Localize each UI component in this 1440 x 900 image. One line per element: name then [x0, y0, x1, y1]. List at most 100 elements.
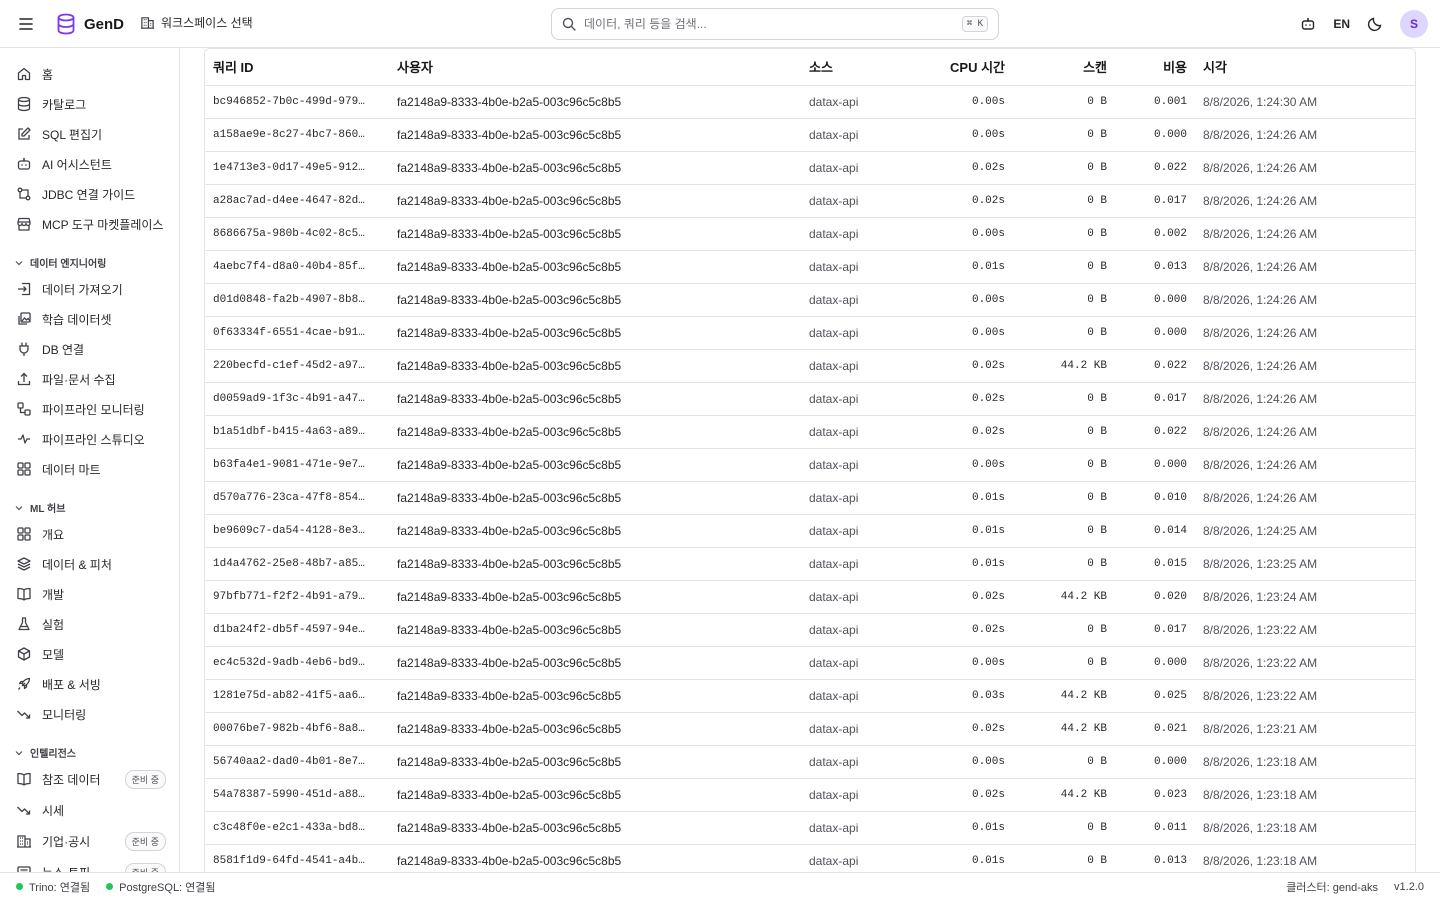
search-bar[interactable]: ⌘ K — [551, 8, 999, 40]
scan-cell: 44.2 KB — [1013, 580, 1115, 614]
status-dot-icon — [106, 883, 114, 890]
sidebar-item-home[interactable]: 홈 — [16, 62, 166, 86]
sidebar-item-db-connection[interactable]: DB 연결 — [16, 337, 166, 361]
query-id-cell: 220becfd-c1ef-45d2-a97… — [205, 349, 389, 383]
sidebar-item-news-topics[interactable]: 뉴스·토픽 준비 중 — [16, 860, 166, 872]
table-row[interactable]: 220becfd-c1ef-45d2-a97… fa2148a9-8333-4b0… — [205, 349, 1415, 383]
theme-toggle-button[interactable] — [1364, 13, 1386, 35]
scan-cell: 0 B — [1013, 118, 1115, 152]
section-intelligence[interactable]: 인텔리전스 — [14, 745, 76, 760]
sidebar-item-training-dataset[interactable]: 학습 데이터셋 — [16, 307, 166, 331]
col-header-cost[interactable]: 비용 — [1115, 49, 1195, 86]
upload-icon — [17, 372, 31, 386]
coming-soon-badge: 준비 중 — [124, 769, 166, 789]
workspace-selector[interactable]: 워크스페이스 선택 — [140, 14, 253, 31]
col-header-source[interactable]: 소스 — [801, 49, 911, 86]
table-row[interactable]: 0f63334f-6551-4cae-b91… fa2148a9-8333-4b0… — [205, 316, 1415, 350]
table-row[interactable]: 1d4a4762-25e8-48b7-a85… fa2148a9-8333-4b0… — [205, 547, 1415, 581]
query-id-cell: be9609c7-da54-4128-8e3… — [205, 514, 389, 548]
sidebar-item-ml-overview[interactable]: 개요 — [16, 522, 166, 546]
sidebar-item-data-features[interactable]: 데이터 & 피처 — [16, 552, 166, 576]
table-row[interactable]: 1e4713e3-0d17-49e5-912… fa2148a9-8333-4b0… — [205, 151, 1415, 185]
cost-cell: 0.013 — [1115, 250, 1195, 284]
menu-icon[interactable] — [16, 14, 36, 34]
sidebar-item-label: 개요 — [42, 527, 65, 542]
table-row[interactable]: d01d0848-fa2b-4907-8b8… fa2148a9-8333-4b0… — [205, 283, 1415, 317]
sidebar-item-label: 모델 — [42, 647, 65, 662]
cost-cell: 0.022 — [1115, 415, 1195, 449]
table-row[interactable]: 54a78387-5990-451d-a88… fa2148a9-8333-4b0… — [205, 778, 1415, 812]
search-input[interactable] — [584, 17, 954, 31]
table-row[interactable]: bc946852-7b0c-499d-979… fa2148a9-8333-4b0… — [205, 85, 1415, 119]
sidebar-item-label: 배포 & 서빙 — [42, 677, 101, 692]
table-row[interactable]: b63fa4e1-9081-471e-9e7… fa2148a9-8333-4b0… — [205, 448, 1415, 482]
table-row[interactable]: d0059ad9-1f3c-4b91-a47… fa2148a9-8333-4b0… — [205, 382, 1415, 416]
sidebar-item-data-mart[interactable]: 데이터 마트 — [16, 457, 166, 481]
grid-icon — [17, 462, 31, 476]
table-row[interactable]: 8686675a-980b-4c02-8c5… fa2148a9-8333-4b0… — [205, 217, 1415, 251]
scan-cell: 0 B — [1013, 448, 1115, 482]
col-header-scan[interactable]: 스캔 — [1013, 49, 1115, 86]
table-row[interactable]: d570a776-23ca-47f8-854… fa2148a9-8333-4b0… — [205, 481, 1415, 515]
source-cell: datax-api — [801, 679, 911, 713]
source-cell: datax-api — [801, 547, 911, 581]
scan-cell: 44.2 KB — [1013, 712, 1115, 746]
sidebar-item-experiments[interactable]: 실험 — [16, 612, 166, 636]
plug-icon — [19, 342, 29, 357]
sidebar-item-models[interactable]: 모델 — [16, 642, 166, 666]
cost-cell: 0.013 — [1115, 844, 1195, 872]
user-cell: fa2148a9-8333-4b0e-b2a5-003c96c5c8b5 — [389, 811, 801, 845]
sidebar-item-jdbc-guide[interactable]: JDBC 연결 가이드 — [16, 182, 166, 206]
table-row[interactable]: 56740aa2-dad0-4b01-8e7… fa2148a9-8333-4b0… — [205, 745, 1415, 779]
cost-cell: 0.017 — [1115, 184, 1195, 218]
user-avatar[interactable]: S — [1400, 10, 1428, 38]
user-cell: fa2148a9-8333-4b0e-b2a5-003c96c5c8b5 — [389, 580, 801, 614]
search-shortcut: ⌘ K — [961, 16, 988, 32]
section-ml-hub[interactable]: ML 허브 — [14, 500, 65, 515]
table-row[interactable]: a158ae9e-8c27-4bc7-860… fa2148a9-8333-4b0… — [205, 118, 1415, 152]
language-toggle[interactable]: EN — [1333, 17, 1350, 31]
time-cell: 8/8/2026, 1:23:21 AM — [1195, 712, 1415, 746]
col-header-cpu-time[interactable]: CPU 시간 — [911, 49, 1013, 86]
table-row[interactable]: be9609c7-da54-4128-8e3… fa2148a9-8333-4b0… — [205, 514, 1415, 548]
scan-cell: 0 B — [1013, 811, 1115, 845]
search-icon — [562, 17, 576, 31]
sidebar-item-reference-data[interactable]: 참조 데이터 준비 중 — [16, 767, 166, 791]
coming-soon-badge: 준비 중 — [124, 831, 166, 851]
sidebar-item-ai-assistant[interactable]: AI 어시스턴트 — [16, 152, 166, 176]
table-row[interactable]: 4aebc7f4-d8a0-40b4-85f… fa2148a9-8333-4b0… — [205, 250, 1415, 284]
user-cell: fa2148a9-8333-4b0e-b2a5-003c96c5c8b5 — [389, 250, 801, 284]
sidebar-item-data-import[interactable]: 데이터 가져오기 — [16, 277, 166, 301]
table-row[interactable]: 00076be7-982b-4bf6-8a8… fa2148a9-8333-4b0… — [205, 712, 1415, 746]
table-row[interactable]: 8581f1d9-64fd-4541-a4b… fa2148a9-8333-4b0… — [205, 844, 1415, 872]
col-header-user[interactable]: 사용자 — [389, 49, 801, 86]
query-id-cell: a28ac7ad-d4ee-4647-82d… — [205, 184, 389, 218]
sidebar-item-pipeline-monitoring[interactable]: 파이프라인 모니터링 — [16, 397, 166, 421]
sidebar-item-development[interactable]: 개발 — [16, 582, 166, 606]
sidebar-item-label: 실험 — [42, 617, 65, 632]
table-row[interactable]: c3c48f0e-e2c1-433a-bd8… fa2148a9-8333-4b0… — [205, 811, 1415, 845]
sidebar-item-mcp-marketplace[interactable]: MCP 도구 마켓플레이스 — [16, 212, 166, 236]
sidebar-item-corporate-disclosure[interactable]: 기업·공시 준비 중 — [16, 829, 166, 853]
ai-bot-button[interactable] — [1297, 13, 1319, 35]
table-row[interactable]: a28ac7ad-d4ee-4647-82d… fa2148a9-8333-4b0… — [205, 184, 1415, 218]
sidebar-item-ml-monitoring[interactable]: 모니터링 — [16, 702, 166, 726]
sidebar-item-market-price[interactable]: 시세 — [16, 798, 166, 822]
time-cell: 8/8/2026, 1:23:22 AM — [1195, 613, 1415, 647]
sidebar-item-deploy-serving[interactable]: 배포 & 서빙 — [16, 672, 166, 696]
time-cell: 8/8/2026, 1:23:18 AM — [1195, 778, 1415, 812]
query-id-cell: 56740aa2-dad0-4b01-8e7… — [205, 745, 389, 779]
sidebar-item-sql-editor[interactable]: SQL 편집기 — [16, 122, 166, 146]
table-row[interactable]: 1281e75d-ab82-41f5-aa6… fa2148a9-8333-4b0… — [205, 679, 1415, 713]
brand-logo[interactable]: GenD — [56, 13, 124, 35]
sidebar-item-catalog[interactable]: 카탈로그 — [16, 92, 166, 116]
table-row[interactable]: b1a51dbf-b415-4a63-a89… fa2148a9-8333-4b0… — [205, 415, 1415, 449]
sidebar-item-file-ingest[interactable]: 파일·문서 수집 — [16, 367, 166, 391]
table-row[interactable]: d1ba24f2-db5f-4597-94e… fa2148a9-8333-4b0… — [205, 613, 1415, 647]
section-data-engineering[interactable]: 데이터 엔지니어링 — [14, 255, 106, 270]
col-header-time[interactable]: 시각 — [1195, 49, 1415, 86]
sidebar-item-pipeline-studio[interactable]: 파이프라인 스튜디오 — [16, 427, 166, 451]
table-row[interactable]: 97bfb771-f2f2-4b91-a79… fa2148a9-8333-4b0… — [205, 580, 1415, 614]
table-row[interactable]: ec4c532d-9adb-4eb6-bd9… fa2148a9-8333-4b0… — [205, 646, 1415, 680]
col-header-query-id[interactable]: 쿼리 ID — [205, 49, 389, 86]
